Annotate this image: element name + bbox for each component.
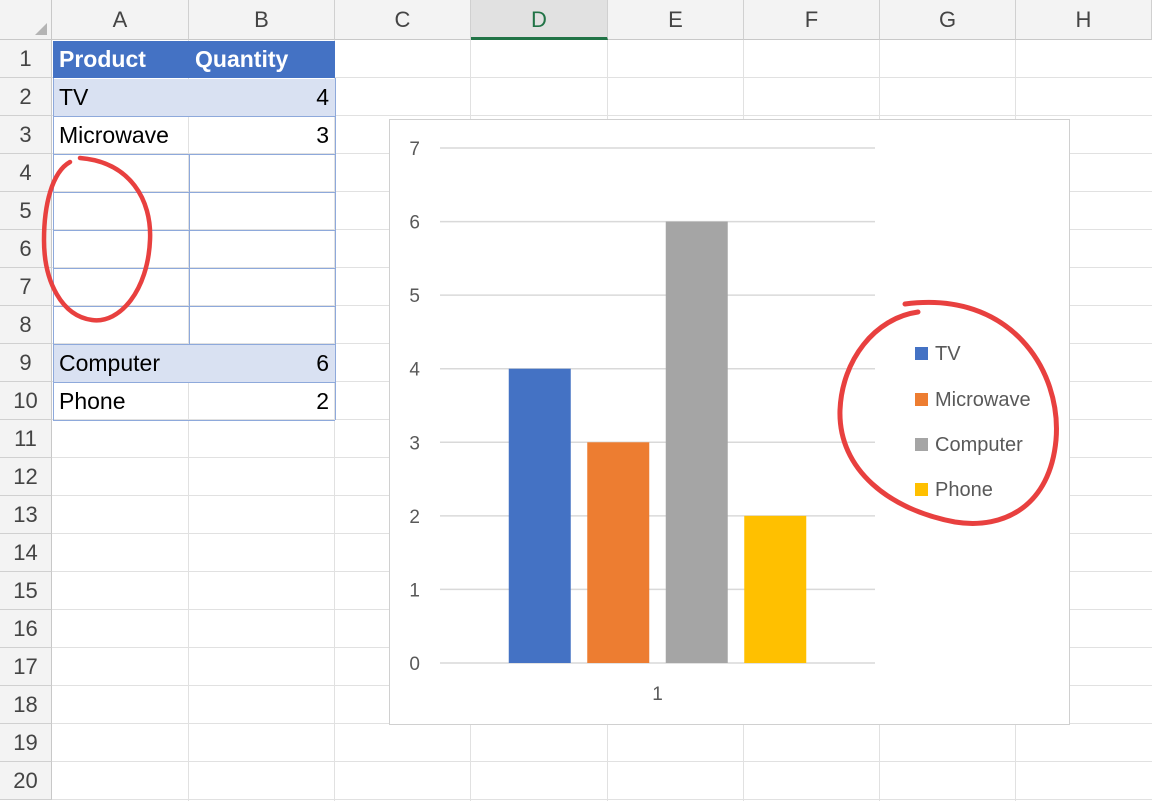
column-header-f[interactable]: F bbox=[744, 0, 880, 40]
row-header[interactable]: 17 bbox=[0, 648, 52, 686]
row-header[interactable]: 16 bbox=[0, 610, 52, 648]
bar-microwave[interactable] bbox=[587, 442, 650, 663]
row-header[interactable]: 8 bbox=[0, 306, 52, 344]
y-tick-label: 3 bbox=[409, 433, 420, 454]
cell-product[interactable]: TV bbox=[53, 79, 189, 116]
row-header[interactable]: 5 bbox=[0, 192, 52, 230]
row-header[interactable]: 1 bbox=[0, 40, 52, 78]
row-header[interactable]: 11 bbox=[0, 420, 52, 458]
row-header[interactable]: 12 bbox=[0, 458, 52, 496]
legend-item[interactable]: Microwave bbox=[915, 388, 1031, 412]
y-tick-label: 6 bbox=[409, 213, 420, 234]
row-header[interactable]: 14 bbox=[0, 534, 52, 572]
table-border bbox=[53, 192, 335, 193]
cell-product[interactable]: Computer bbox=[53, 345, 189, 382]
cell-product[interactable]: Microwave bbox=[53, 117, 189, 154]
select-all-corner[interactable] bbox=[0, 0, 52, 40]
row-header[interactable]: 7 bbox=[0, 268, 52, 306]
bar-computer[interactable] bbox=[665, 221, 728, 664]
chart-object[interactable]: 0 1 2 3 4 5 6 7 1 bbox=[389, 119, 1070, 725]
legend-item[interactable]: Computer bbox=[915, 433, 1023, 457]
cell-product[interactable]: Phone bbox=[53, 383, 189, 420]
gridline bbox=[52, 761, 1152, 762]
gridline bbox=[52, 799, 1152, 800]
table-border bbox=[335, 78, 336, 420]
legend-item[interactable]: TV bbox=[915, 342, 961, 366]
bar-chart: 0 1 2 3 4 5 6 7 1 bbox=[409, 139, 875, 705]
cell-quantity[interactable]: 3 bbox=[189, 117, 335, 154]
y-tick-label: 0 bbox=[409, 654, 420, 675]
column-header-e[interactable]: E bbox=[608, 0, 744, 40]
column-header-h[interactable]: H bbox=[1016, 0, 1152, 40]
y-tick-label: 1 bbox=[409, 580, 420, 601]
bar-phone[interactable] bbox=[744, 515, 807, 663]
legend-label: Phone bbox=[935, 479, 993, 501]
legend-label: Microwave bbox=[935, 389, 1031, 411]
row-header[interactable]: 15 bbox=[0, 572, 52, 610]
y-tick-label: 2 bbox=[409, 507, 420, 528]
row-header[interactable]: 18 bbox=[0, 686, 52, 724]
column-header-a[interactable]: A bbox=[52, 0, 189, 40]
legend-swatch bbox=[915, 392, 928, 406]
select-all-triangle-icon bbox=[35, 23, 47, 35]
bar-tv[interactable] bbox=[508, 368, 571, 663]
row-header[interactable]: 3 bbox=[0, 116, 52, 154]
x-tick-label: 1 bbox=[652, 684, 663, 705]
table-border bbox=[53, 230, 335, 231]
row-header[interactable]: 2 bbox=[0, 78, 52, 116]
column-header-b[interactable]: B bbox=[189, 0, 335, 40]
row-header[interactable]: 20 bbox=[0, 762, 52, 800]
cell-quantity[interactable]: 4 bbox=[189, 79, 335, 116]
table-border bbox=[53, 420, 335, 421]
table-border bbox=[189, 154, 190, 344]
row-header[interactable]: 19 bbox=[0, 724, 52, 762]
row-header[interactable]: 9 bbox=[0, 344, 52, 382]
legend-swatch bbox=[915, 437, 928, 451]
row-header[interactable]: 13 bbox=[0, 496, 52, 534]
table-header-quantity[interactable]: Quantity bbox=[189, 41, 335, 78]
y-tick-label: 5 bbox=[409, 286, 420, 307]
table-header-product[interactable]: Product bbox=[53, 41, 189, 78]
table-border bbox=[53, 154, 335, 155]
cell-quantity[interactable]: 2 bbox=[189, 383, 335, 420]
row-header[interactable]: 4 bbox=[0, 154, 52, 192]
legend-swatch bbox=[915, 346, 928, 360]
y-tick-label: 4 bbox=[409, 360, 420, 381]
table-border bbox=[53, 268, 335, 269]
cell-quantity[interactable]: 6 bbox=[189, 345, 335, 382]
column-header-g[interactable]: G bbox=[880, 0, 1016, 40]
legend-label: Computer bbox=[935, 434, 1023, 456]
legend-item[interactable]: Phone bbox=[915, 478, 993, 502]
column-header-c[interactable]: C bbox=[335, 0, 471, 40]
row-header[interactable]: 6 bbox=[0, 230, 52, 268]
legend-label: TV bbox=[935, 343, 961, 365]
row-header[interactable]: 10 bbox=[0, 382, 52, 420]
y-tick-label: 7 bbox=[409, 139, 420, 160]
table-border bbox=[53, 306, 335, 307]
legend-swatch bbox=[915, 482, 928, 496]
column-header-d[interactable]: D bbox=[471, 0, 608, 40]
